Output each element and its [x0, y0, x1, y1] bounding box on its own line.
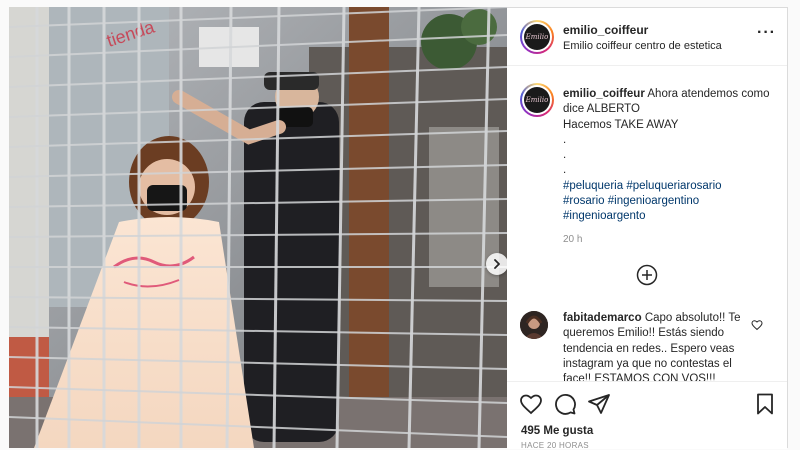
hashtag-link[interactable]: #rosario: [563, 195, 605, 207]
hashtag-link[interactable]: #ingenioargentino: [608, 195, 699, 207]
instagram-post-frame: tienda Emilio emilio_coiffeur Emilio coi…: [0, 0, 800, 450]
avatar-logo: Emilio: [524, 24, 550, 50]
caption-dot: .: [563, 164, 567, 177]
more-options-icon[interactable]: ···: [757, 25, 776, 41]
likes-count[interactable]: 495 Me gusta: [521, 425, 593, 437]
caption-dot: .: [563, 133, 567, 146]
header-subtitle[interactable]: Emilio coiffeur centro de estetica: [563, 40, 722, 52]
caption-timestamp: 20 h: [563, 234, 583, 245]
caption-line-2: Hacemos TAKE AWAY: [563, 118, 679, 131]
comment-username[interactable]: fabitademarco: [563, 312, 642, 324]
comment: fabitademarco Capo absoluto!! Te queremo…: [563, 311, 749, 383]
post-time-ago: HACE 20 HORAS: [521, 441, 589, 450]
heart-icon[interactable]: [519, 392, 543, 416]
plus-circle-icon[interactable]: [636, 264, 658, 286]
comment-avatar-image: [520, 311, 548, 339]
post-caption: emilio_coiffeur Ahora atendemos como dic…: [563, 87, 773, 225]
avatar[interactable]: Emilio: [520, 20, 554, 54]
caption-avatar[interactable]: Emilio: [520, 83, 554, 117]
comment-avatar[interactable]: [520, 311, 548, 339]
header-username[interactable]: emilio_coiffeur: [563, 23, 648, 37]
chevron-right-icon: [494, 259, 500, 269]
post-photo-illustration: tienda: [9, 7, 507, 448]
post-photo[interactable]: tienda: [9, 7, 507, 448]
post-actions: 495 Me gusta HACE 20 HORAS: [507, 381, 787, 450]
post-side-panel: Emilio emilio_coiffeur Emilio coiffeur c…: [507, 7, 788, 450]
caption-dot: .: [563, 149, 567, 162]
comment-icon[interactable]: [553, 392, 577, 416]
caption-avatar-logo: Emilio: [524, 87, 550, 113]
post-header: Emilio emilio_coiffeur Emilio coiffeur c…: [507, 8, 787, 66]
send-icon[interactable]: [587, 392, 611, 416]
next-photo-button[interactable]: [486, 253, 507, 275]
hashtag-link[interactable]: #peluqueriarosario: [626, 180, 721, 192]
comment-heart-icon[interactable]: [751, 319, 763, 331]
bookmark-icon[interactable]: [753, 392, 777, 416]
hashtag-link[interactable]: #ingenioargento: [563, 210, 646, 222]
caption-username[interactable]: emilio_coiffeur: [563, 88, 645, 100]
hashtag-link[interactable]: #peluqueria: [563, 180, 623, 192]
